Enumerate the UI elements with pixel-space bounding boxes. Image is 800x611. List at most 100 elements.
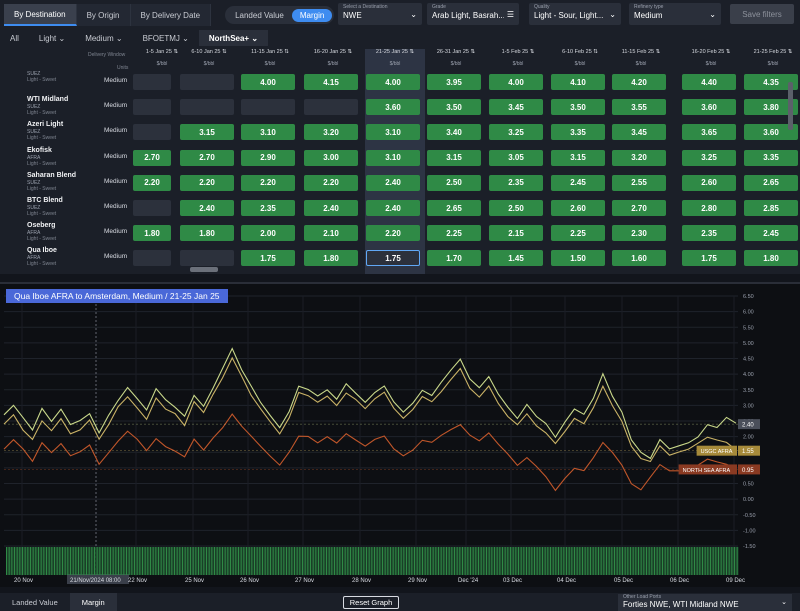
refinery-type-select[interactable]: Refinery type Medium ⌄	[629, 3, 721, 25]
margin-cell[interactable]: 2.00	[241, 225, 295, 242]
margin-cell[interactable]: 2.65	[744, 174, 798, 191]
margin-cell[interactable]: 1.75	[682, 250, 736, 267]
quality-select[interactable]: Quality Light - Sour, Light... ⌄	[529, 3, 621, 25]
bottom-tab-landed-value[interactable]: Landed Value	[0, 593, 70, 611]
margin-cell[interactable]	[133, 200, 171, 216]
margin-cell[interactable]: 3.15	[180, 124, 234, 141]
margin-cell[interactable]: 1.75	[366, 250, 420, 267]
tab-by-delivery-date[interactable]: By Delivery Date	[130, 4, 212, 26]
margin-cell[interactable]: 1.80	[133, 225, 171, 242]
column-header[interactable]: 11-15 Feb 25 ⇅ $/bbl	[611, 49, 671, 67]
column-header[interactable]: 16-20 Feb 25 ⇅ $/bbl	[681, 49, 741, 67]
margin-cell[interactable]: 2.70	[180, 149, 234, 166]
margin-cell[interactable]: 3.35	[551, 124, 605, 141]
column-header[interactable]: 26-31 Jan 25 ⇅ $/bbl	[426, 49, 486, 67]
other-load-ports-select[interactable]: Other Load Ports Forties NWE, WTI Midlan…	[618, 594, 792, 611]
toggle-landed-value[interactable]: Landed Value	[227, 9, 292, 22]
margin-cell[interactable]	[133, 250, 171, 267]
column-header[interactable]: 1-5 Feb 25 ⇅ $/bbl	[488, 49, 548, 67]
margin-cell[interactable]: 1.50	[551, 250, 605, 267]
margin-cell[interactable]: 1.80	[304, 250, 358, 267]
margin-cell[interactable]: 3.60	[366, 99, 420, 116]
margin-cell[interactable]: 4.00	[489, 74, 543, 90]
margin-cell[interactable]: 3.15	[551, 149, 605, 166]
margin-cell[interactable]: 2.35	[241, 200, 295, 216]
margin-cell[interactable]: 2.35	[489, 174, 543, 191]
margin-cell[interactable]: 3.20	[612, 149, 666, 166]
margin-cell[interactable]: 3.10	[366, 124, 420, 141]
margin-cell[interactable]	[180, 99, 234, 116]
margin-cell[interactable]: 3.00	[304, 149, 358, 166]
margin-cell[interactable]: 4.20	[612, 74, 666, 90]
margin-cell[interactable]: 3.50	[551, 99, 605, 116]
margin-cell[interactable]: 2.45	[551, 174, 605, 191]
margin-cell[interactable]: 2.70	[133, 149, 171, 166]
margin-cell[interactable]: 3.60	[682, 99, 736, 116]
margin-cell[interactable]: 4.00	[241, 74, 295, 90]
column-header[interactable]: 6-10 Jan 25 ⇅ $/bbl	[179, 49, 239, 67]
vertical-scrollbar[interactable]	[788, 82, 793, 130]
margin-cell[interactable]: 2.30	[612, 225, 666, 242]
margin-cell[interactable]: 2.40	[304, 200, 358, 216]
margin-cell[interactable]: 3.40	[427, 124, 481, 141]
margin-cell[interactable]: 2.65	[427, 200, 481, 216]
margin-cell[interactable]: 3.25	[489, 124, 543, 141]
margin-cell[interactable]: 2.90	[241, 149, 295, 166]
margin-cell[interactable]: 3.65	[682, 124, 736, 141]
margin-cell[interactable]: 2.20	[133, 174, 171, 191]
margin-cell[interactable]: 3.15	[427, 149, 481, 166]
column-header[interactable]: 6-10 Feb 25 ⇅ $/bbl	[550, 49, 610, 67]
margin-cell[interactable]: 2.60	[551, 200, 605, 216]
toggle-margin[interactable]: Margin	[291, 8, 333, 22]
filter-medium[interactable]: Medium ⌄	[75, 30, 132, 46]
margin-cell[interactable]: 4.10	[551, 74, 605, 90]
tab-by-destination[interactable]: By Destination	[4, 4, 77, 26]
margin-cell[interactable]: 3.10	[241, 124, 295, 141]
filter-bfoetmj[interactable]: BFOETMJ ⌄	[133, 30, 199, 46]
grade-select[interactable]: Grade Arab Light, Basrah... ☰	[427, 3, 519, 25]
margin-cell[interactable]	[180, 74, 234, 90]
margin-cell[interactable]: 2.40	[366, 174, 420, 191]
margin-cell[interactable]: 3.50	[427, 99, 481, 116]
margin-cell[interactable]: 2.20	[304, 174, 358, 191]
margin-cell[interactable]: 2.15	[489, 225, 543, 242]
margin-cell[interactable]: 3.95	[427, 74, 481, 90]
destination-select[interactable]: Select a Destination NWE ⌄	[338, 3, 422, 25]
margin-cell[interactable]: 4.00	[366, 74, 420, 90]
margin-cell[interactable]: 2.40	[366, 200, 420, 216]
margin-cell[interactable]: 2.25	[427, 225, 481, 242]
margin-cell[interactable]: 1.80	[744, 250, 798, 267]
column-header[interactable]: 11-15 Jan 25 ⇅ $/bbl	[240, 49, 300, 67]
margin-cell[interactable]: 3.45	[612, 124, 666, 141]
margin-cell[interactable]: 2.55	[612, 174, 666, 191]
margin-cell[interactable]: 2.50	[489, 200, 543, 216]
margin-cell[interactable]	[133, 99, 171, 116]
margin-cell[interactable]: 1.80	[180, 225, 234, 242]
margin-cell[interactable]: 3.20	[304, 124, 358, 141]
margin-cell[interactable]: 2.80	[682, 200, 736, 216]
tab-by-origin[interactable]: By Origin	[76, 4, 131, 26]
margin-cell[interactable]: 3.55	[612, 99, 666, 116]
margin-cell[interactable]: 1.75	[241, 250, 295, 267]
margin-cell[interactable]: 2.20	[180, 174, 234, 191]
filter-northsea[interactable]: NorthSea+ ⌄	[198, 30, 269, 46]
margin-cell[interactable]: 4.15	[304, 74, 358, 90]
save-filters-button[interactable]: Save filters	[730, 4, 794, 24]
filter-all[interactable]: All	[0, 30, 29, 46]
margin-cell[interactable]: 1.45	[489, 250, 543, 267]
margin-cell[interactable]	[133, 124, 171, 141]
column-header[interactable]: 16-20 Jan 25 ⇅ $/bbl	[303, 49, 363, 67]
margin-cell[interactable]: 2.45	[744, 225, 798, 242]
reset-graph-button[interactable]: Reset Graph	[343, 596, 399, 609]
margin-cell[interactable]	[180, 250, 234, 267]
filter-light[interactable]: Light ⌄	[29, 30, 75, 46]
margin-cell[interactable]: 2.40	[180, 200, 234, 216]
margin-cell[interactable]: 2.20	[241, 174, 295, 191]
margin-cell[interactable]: 2.60	[682, 174, 736, 191]
margin-cell[interactable]: 1.70	[427, 250, 481, 267]
margin-cell[interactable]: 3.45	[489, 99, 543, 116]
bottom-tab-margin[interactable]: Margin	[69, 593, 117, 611]
margin-cell[interactable]	[133, 74, 171, 90]
margin-cell[interactable]	[304, 99, 358, 116]
margin-cell[interactable]: 2.35	[682, 225, 736, 242]
